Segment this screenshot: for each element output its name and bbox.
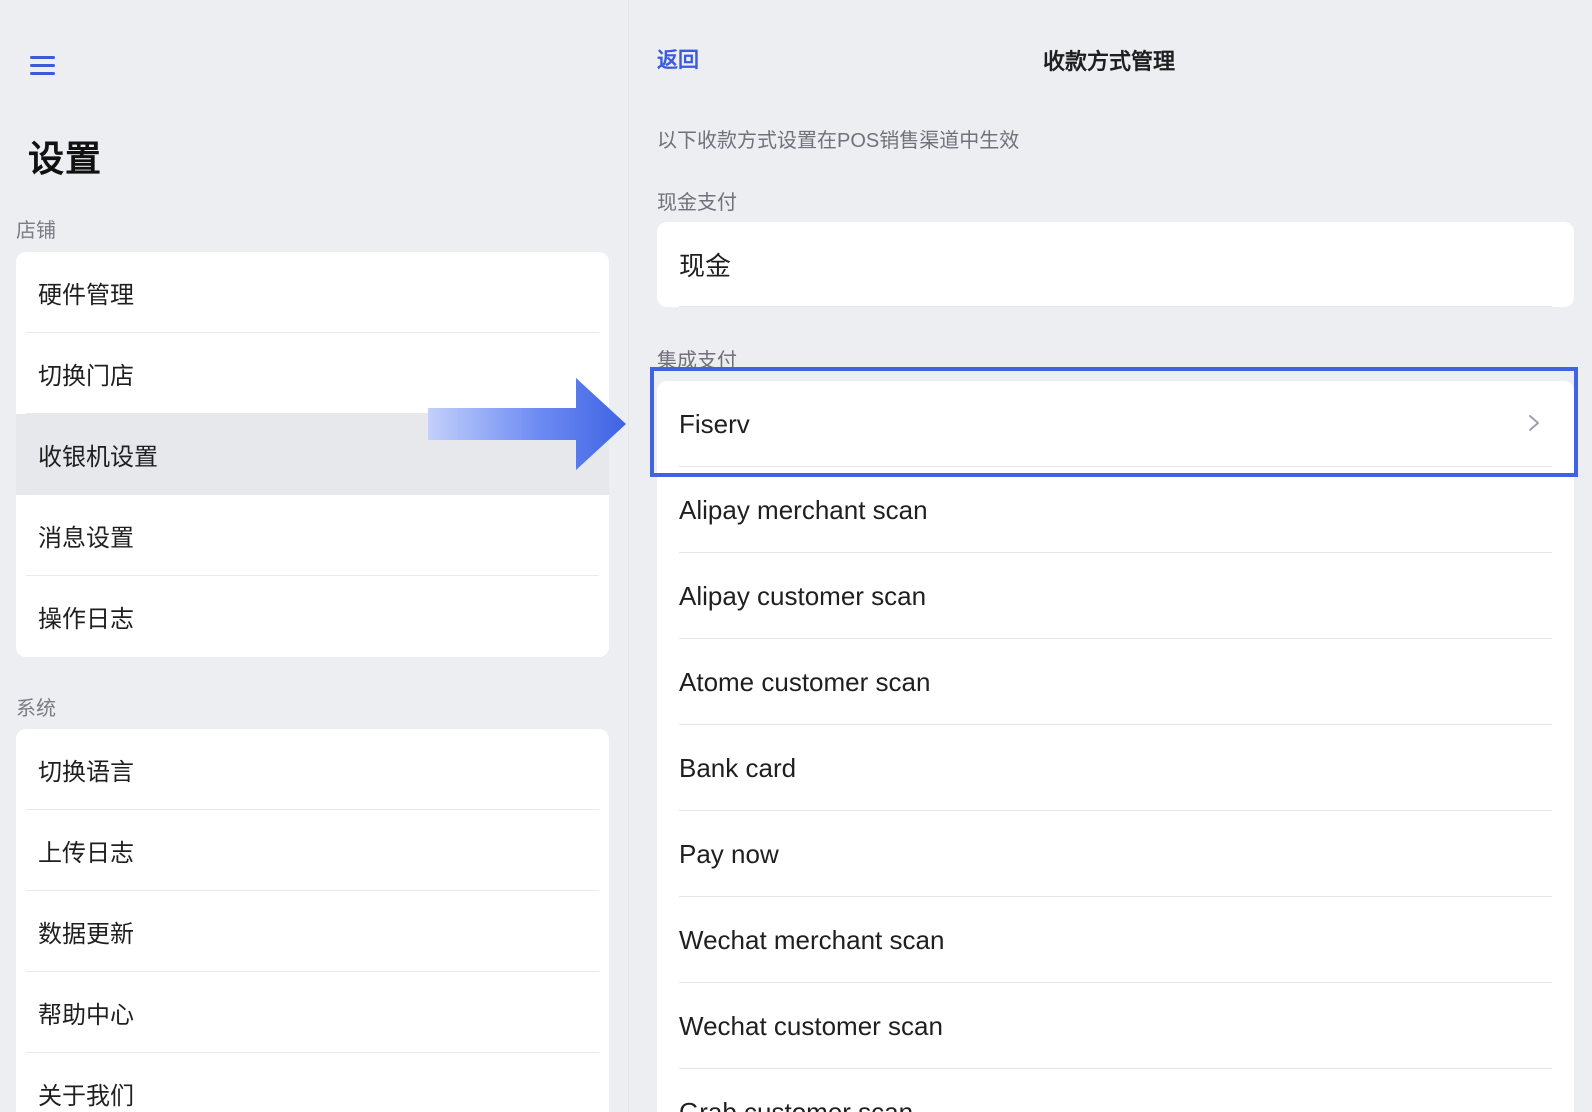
sidebar-item-switch-store[interactable]: 切换门店 [16, 333, 609, 414]
section-label-store: 店铺 [16, 220, 56, 242]
payment-item-label: Alipay merchant scan [679, 494, 928, 525]
sidebar-item-label: 消息设置 [38, 525, 134, 552]
sidebar-item-label: 硬件管理 [38, 282, 134, 309]
sidebar-item-label: 帮助中心 [38, 1002, 134, 1029]
payment-item-wechat-customer-scan[interactable]: Wechat customer scan [657, 983, 1574, 1069]
sidebar-item-label: 切换语言 [38, 759, 134, 786]
payment-item-fiserv[interactable]: Fiserv [657, 381, 1574, 467]
payment-item-wechat-merchant-scan[interactable]: Wechat merchant scan [657, 897, 1574, 983]
settings-sidebar: 设置 店铺 硬件管理 切换门店 收银机设置 消息设置 操作日志 系统 切换语言 [0, 0, 629, 1112]
sidebar-item-operation-log[interactable]: 操作日志 [16, 576, 609, 657]
sidebar-item-about-us[interactable]: 关于我们 [16, 1053, 609, 1112]
payment-item-alipay-merchant-scan[interactable]: Alipay merchant scan [657, 467, 1574, 553]
back-button[interactable]: 返回 [657, 44, 699, 74]
payment-item-label: Pay now [679, 838, 779, 869]
sidebar-item-label: 上传日志 [38, 840, 134, 867]
payment-item-bank-card[interactable]: Bank card [657, 725, 1574, 811]
payment-item-label: 现金 [679, 251, 732, 281]
payment-item-label: Atome customer scan [679, 666, 931, 697]
payment-item-label: Grab customer scan [679, 1096, 914, 1112]
sidebar-item-label: 操作日志 [38, 606, 134, 633]
channel-hint-text: 以下收款方式设置在POS销售渠道中生效 [657, 130, 1020, 152]
payment-item-label: Wechat customer scan [679, 1010, 943, 1041]
hamburger-menu-icon[interactable] [28, 52, 58, 80]
payment-item-label: Alipay customer scan [679, 580, 927, 611]
section-label-cash: 现金支付 [657, 192, 737, 214]
payment-item-alipay-customer-scan[interactable]: Alipay customer scan [657, 553, 1574, 639]
store-settings-card: 硬件管理 切换门店 收银机设置 消息设置 操作日志 [16, 252, 609, 657]
payment-item-label: Bank card [679, 752, 797, 783]
cash-payment-card: 现金 [657, 222, 1574, 307]
app-root: 设置 店铺 硬件管理 切换门店 收银机设置 消息设置 操作日志 系统 切换语言 [0, 0, 1592, 1112]
sidebar-item-switch-language[interactable]: 切换语言 [16, 729, 609, 810]
payment-item-cash[interactable]: 现金 [657, 222, 1574, 307]
section-label-integrated: 集成支付 [657, 350, 737, 372]
payment-item-grab-customer-scan[interactable]: Grab customer scan [657, 1069, 1574, 1112]
payment-item-pay-now[interactable]: Pay now [657, 811, 1574, 897]
payment-item-label: Wechat merchant scan [679, 924, 945, 955]
page-title: 设置 [28, 138, 103, 179]
chevron-right-icon [1529, 415, 1539, 431]
sidebar-item-cashier-settings[interactable]: 收银机设置 [16, 414, 609, 495]
system-settings-card: 切换语言 上传日志 数据更新 帮助中心 关于我们 [16, 729, 609, 1112]
sidebar-item-label: 关于我们 [38, 1083, 134, 1110]
payment-item-label: Fiserv [679, 408, 750, 439]
payment-methods-panel: 返回 收款方式管理 以下收款方式设置在POS销售渠道中生效 现金支付 现金 集成… [629, 0, 1592, 1112]
payment-item-atome-customer-scan[interactable]: Atome customer scan [657, 639, 1574, 725]
sidebar-item-help-center[interactable]: 帮助中心 [16, 972, 609, 1053]
sidebar-item-label: 收银机设置 [38, 444, 158, 471]
sidebar-item-label: 数据更新 [38, 921, 134, 948]
panel-title: 收款方式管理 [1042, 49, 1175, 74]
sidebar-item-label: 切换门店 [38, 363, 134, 390]
sidebar-item-data-update[interactable]: 数据更新 [16, 891, 609, 972]
sidebar-item-hardware[interactable]: 硬件管理 [16, 252, 609, 333]
sidebar-item-message-settings[interactable]: 消息设置 [16, 495, 609, 576]
section-label-system: 系统 [16, 698, 56, 720]
sidebar-item-upload-log[interactable]: 上传日志 [16, 810, 609, 891]
integrated-payment-card: Fiserv Alipay merchant scan Alipay custo… [657, 381, 1574, 1112]
